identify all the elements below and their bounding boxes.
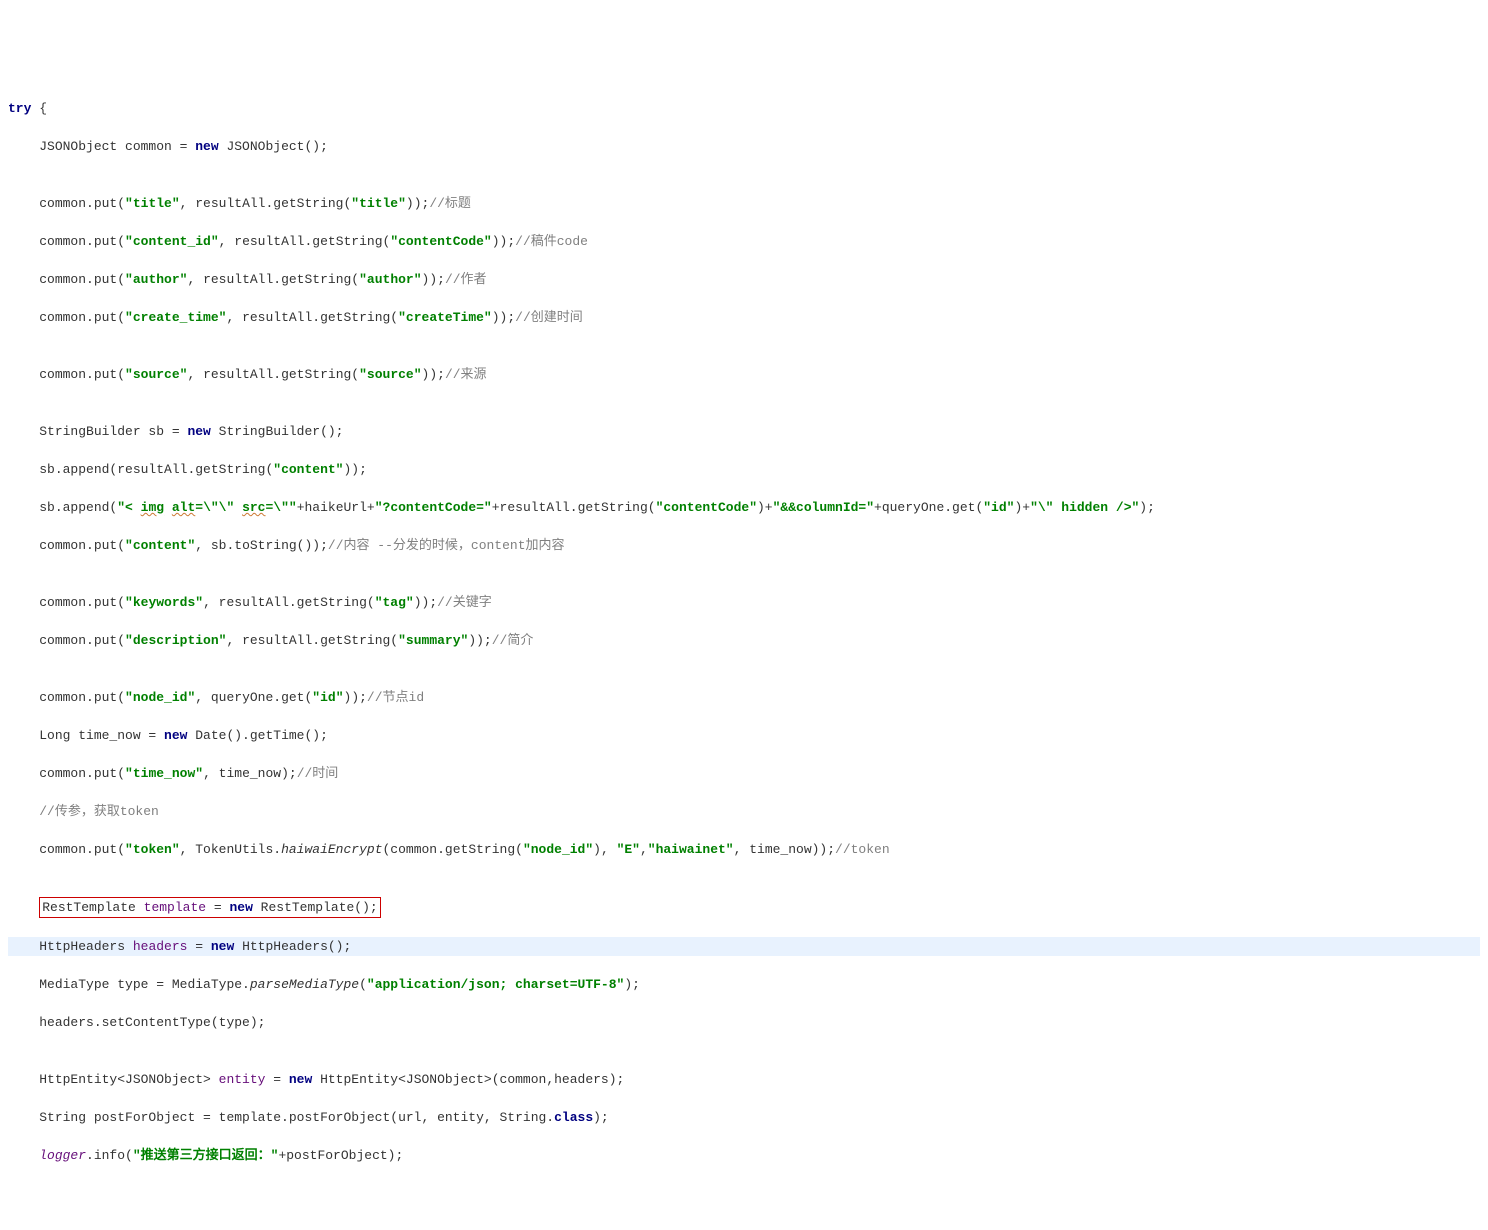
- code-line: common.put("token", TokenUtils.haiwaiEnc…: [8, 840, 1480, 859]
- code-line: common.put("create_time", resultAll.getS…: [8, 308, 1480, 327]
- code-line: try {: [8, 99, 1480, 118]
- code-line: common.put("content", sb.toString());//内…: [8, 536, 1480, 555]
- code-line: Long time_now = new Date().getTime();: [8, 726, 1480, 745]
- code-line: sb.append(resultAll.getString("content")…: [8, 460, 1480, 479]
- code-line: StringBuilder sb = new StringBuilder();: [8, 422, 1480, 441]
- code-line: JSONObject common = new JSONObject();: [8, 137, 1480, 156]
- code-line: common.put("description", resultAll.getS…: [8, 631, 1480, 650]
- code-line: //传参，获取token: [8, 802, 1480, 821]
- code-line: common.put("source", resultAll.getString…: [8, 365, 1480, 384]
- code-line: sb.append("< img alt=\"\" src=\""+haikeU…: [8, 498, 1480, 517]
- code-line: common.put("author", resultAll.getString…: [8, 270, 1480, 289]
- current-caret-line: HttpHeaders headers = new HttpHeaders();: [8, 937, 1480, 956]
- red-box-highlight: RestTemplate template = new RestTemplate…: [39, 897, 380, 918]
- highlighted-line: RestTemplate template = new RestTemplate…: [8, 897, 1480, 918]
- code-line: String postForObject = template.postForO…: [8, 1108, 1480, 1127]
- code-line: MediaType type = MediaType.parseMediaTyp…: [8, 975, 1480, 994]
- code-line: HttpEntity<JSONObject> entity = new Http…: [8, 1070, 1480, 1089]
- code-line: logger.info("推送第三方接口返回："+postForObject);: [8, 1146, 1480, 1165]
- code-line: common.put("title", resultAll.getString(…: [8, 194, 1480, 213]
- code-line: common.put("node_id", queryOne.get("id")…: [8, 688, 1480, 707]
- code-line: common.put("time_now", time_now);//时间: [8, 764, 1480, 783]
- code-line: common.put("content_id", resultAll.getSt…: [8, 232, 1480, 251]
- code-line: headers.setContentType(type);: [8, 1013, 1480, 1032]
- code-editor: try { JSONObject common = new JSONObject…: [8, 80, 1480, 1184]
- code-line: common.put("keywords", resultAll.getStri…: [8, 593, 1480, 612]
